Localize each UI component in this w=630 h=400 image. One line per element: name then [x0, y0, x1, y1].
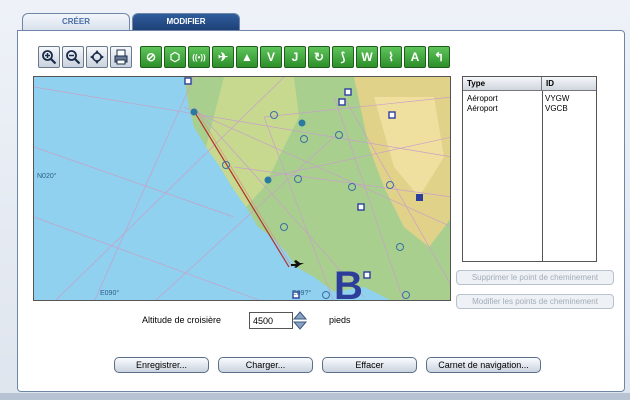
jet-airway-icon[interactable]: J — [284, 46, 306, 68]
table-row-1-id[interactable]: VGCB — [545, 104, 568, 113]
victor-airway-icon[interactable]: V — [260, 46, 282, 68]
pan-move-icon[interactable] — [86, 46, 108, 68]
altitude-input[interactable] — [249, 312, 293, 329]
flight-planner-window: CRÉER MODIFIER ⊘ ⬡ ((•)) ✈ ▲ V J ↻ ⟆ W ⌇… — [0, 0, 630, 400]
clear-button[interactable]: Effacer — [322, 357, 417, 373]
map-view[interactable]: B N020° E090° E09?° — [33, 76, 451, 301]
tab-creer[interactable]: CRÉER — [22, 13, 130, 30]
lon-label-1: E090° — [100, 290, 120, 297]
waypoint-icon[interactable]: W — [356, 46, 378, 68]
tab-modifier[interactable]: MODIFIER — [132, 13, 240, 31]
lon-label-2: E09?° — [292, 290, 312, 297]
load-button[interactable]: Charger... — [218, 357, 313, 373]
route-icon[interactable]: ⟆ — [332, 46, 354, 68]
lat-label: N020° — [37, 173, 57, 180]
table-row-0-type[interactable]: Aéroport — [467, 94, 498, 103]
col-header-id[interactable]: ID — [542, 77, 596, 91]
label-icon[interactable]: A — [404, 46, 426, 68]
col-header-type[interactable]: Type — [463, 77, 542, 91]
save-button[interactable]: Enregistrer... — [114, 357, 209, 373]
altitude-spinner[interactable] — [292, 311, 308, 330]
delete-waypoint-button[interactable]: Supprimer le point de cheminement — [456, 270, 614, 285]
window-bottom-edge — [0, 393, 630, 400]
navlog-button[interactable]: Carnet de navigation... — [426, 357, 541, 373]
altitude-label: Altitude de croisière — [142, 315, 222, 325]
altitude-units: pieds — [329, 315, 351, 325]
table-row-0-id[interactable]: VYGW — [545, 94, 569, 103]
modify-waypoints-button[interactable]: Modifier les points de cheminement — [456, 294, 614, 309]
airspace-icon[interactable]: ⌇ — [380, 46, 402, 68]
view-toolbar — [38, 46, 132, 70]
zoom-out-icon[interactable] — [62, 46, 84, 68]
table-row-1-type[interactable]: Aéroport — [467, 104, 498, 113]
turn-icon[interactable]: ↰ — [428, 46, 450, 68]
no-filter-icon[interactable]: ⊘ — [140, 46, 162, 68]
destination-marker: B — [334, 264, 363, 301]
terrain-icon[interactable]: ▲ — [236, 46, 258, 68]
zoom-in-icon[interactable] — [38, 46, 60, 68]
vor-icon[interactable]: ((•)) — [188, 46, 210, 68]
waypoint-table: Type ID Aéroport VYGW Aéroport VGCB — [462, 76, 597, 262]
print-icon[interactable] — [110, 46, 132, 68]
ndb-icon[interactable]: ⬡ — [164, 46, 186, 68]
map-canvas: B — [34, 77, 450, 301]
filter-toolbar: ⊘ ⬡ ((•)) ✈ ▲ V J ↻ ⟆ W ⌇ A ↰ — [140, 46, 450, 70]
column-divider — [542, 91, 543, 261]
airport-icon[interactable]: ✈ — [212, 46, 234, 68]
refresh-icon[interactable]: ↻ — [308, 46, 330, 68]
